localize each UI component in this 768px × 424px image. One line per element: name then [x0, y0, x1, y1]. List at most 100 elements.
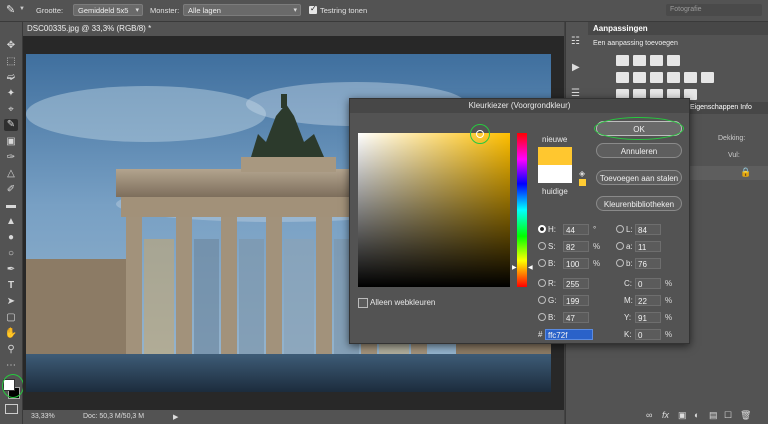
move-tool-icon[interactable]: ✥: [4, 40, 18, 52]
lasso-tool-icon[interactable]: ➫: [4, 72, 18, 84]
opacity-label: Dekking:: [718, 135, 746, 142]
marquee-tool-icon[interactable]: ⬚: [4, 56, 18, 68]
channel-mixer-icon[interactable]: [701, 72, 714, 83]
rectangle-tool-icon[interactable]: ▢: [4, 312, 18, 324]
add-to-swatches-button[interactable]: Toevoegen aan stalen: [596, 170, 682, 185]
blue-input[interactable]: 47: [563, 312, 589, 323]
eraser-tool-icon[interactable]: ▬: [4, 200, 18, 212]
add-mask-icon[interactable]: ▣: [678, 410, 687, 421]
path-selection-tool-icon[interactable]: ➤: [4, 296, 18, 308]
color-libraries-button[interactable]: Kleurenbibliotheken: [596, 196, 682, 211]
black-label: K:: [624, 330, 632, 339]
color-field[interactable]: [358, 133, 510, 287]
cyan-input[interactable]: 0: [635, 278, 661, 289]
adjustments-title[interactable]: Aanpassingen: [593, 24, 648, 33]
curves-icon[interactable]: [650, 55, 663, 66]
eyedropper-tool-icon[interactable]: ✎: [6, 3, 18, 17]
green-radio[interactable]: [538, 296, 546, 304]
red-radio[interactable]: [538, 279, 546, 287]
exposure-icon[interactable]: [667, 55, 680, 66]
gamut-warning-icon[interactable]: ◈: [579, 169, 585, 178]
yellow-label: Y:: [624, 313, 632, 322]
type-tool-icon[interactable]: T: [4, 280, 18, 292]
libraries-icon[interactable]: ☷: [571, 36, 583, 48]
hue-slider-right-arrow[interactable]: ◀: [528, 264, 533, 271]
a-input[interactable]: 11: [635, 241, 661, 252]
brightness-icon[interactable]: [616, 55, 629, 66]
brightness-radio[interactable]: [538, 259, 546, 267]
fx-icon[interactable]: fx: [662, 410, 669, 420]
clone-stamp-tool-icon[interactable]: △: [4, 168, 18, 180]
hue-input[interactable]: 44: [563, 224, 589, 235]
lightness-radio[interactable]: [616, 225, 624, 233]
show-ring-label: Testring tonen: [320, 6, 368, 15]
show-ring-checkbox[interactable]: [309, 4, 317, 14]
highlight-ring: [470, 124, 490, 144]
size-select[interactable]: Gemiddeld 5x5 ▾: [73, 4, 143, 16]
adjustments-subtitle: Een aanpassing toevoegen: [593, 40, 678, 47]
healing-brush-tool-icon[interactable]: ▣: [4, 136, 18, 148]
hue-slider-left-arrow[interactable]: ▶: [512, 264, 517, 271]
link-layers-icon[interactable]: ∞: [646, 410, 652, 420]
photo-filter-icon[interactable]: [684, 72, 697, 83]
vibrance-icon[interactable]: [616, 72, 629, 83]
levels-icon[interactable]: [633, 55, 646, 66]
workspace-select[interactable]: Fotografie: [666, 4, 762, 16]
black-input[interactable]: 0: [635, 329, 661, 340]
zoom-readout[interactable]: 33,33%: [31, 413, 55, 420]
dodge-tool-icon[interactable]: ○: [4, 248, 18, 260]
brush-tool-icon[interactable]: ✑: [4, 152, 18, 164]
blur-tool-icon[interactable]: ●: [4, 232, 18, 244]
blue-radio[interactable]: [538, 313, 546, 321]
new-layer-icon[interactable]: ☐: [724, 410, 732, 421]
yellow-unit: %: [665, 313, 673, 322]
tool-preset-chevron-icon[interactable]: ▼: [19, 6, 25, 12]
lightness-input[interactable]: 84: [635, 224, 661, 235]
adjustment-layer-icon[interactable]: ◐: [694, 410, 699, 420]
saturation-radio[interactable]: [538, 242, 546, 250]
current-color-swatch[interactable]: [538, 165, 572, 183]
green-input[interactable]: 199: [563, 295, 589, 306]
hand-tool-icon[interactable]: ✋: [4, 328, 18, 340]
b-lab-radio[interactable]: [616, 259, 624, 267]
brightness-input[interactable]: 100: [563, 258, 589, 269]
sample-select[interactable]: Alle lagen ▾: [183, 4, 301, 16]
zoom-tool-icon[interactable]: ⚲: [4, 344, 18, 356]
crop-tool-icon[interactable]: ⌖: [4, 104, 18, 116]
magenta-input[interactable]: 22: [635, 295, 661, 306]
play-icon[interactable]: ▶: [572, 62, 580, 73]
saturation-unit: %: [593, 242, 601, 251]
pen-tool-icon[interactable]: ✒: [4, 264, 18, 276]
b-lab-input[interactable]: 76: [635, 258, 661, 269]
status-menu-chevron-icon[interactable]: ▶: [173, 413, 178, 421]
web-colors-checkbox[interactable]: [358, 298, 368, 308]
layer-row[interactable]: 🔒: [688, 166, 768, 180]
green-label: G:: [548, 296, 557, 305]
black-unit: %: [665, 330, 673, 339]
group-icon[interactable]: ▤: [709, 410, 718, 421]
quick-select-tool-icon[interactable]: ✦: [4, 88, 18, 100]
hue-saturation-icon[interactable]: [633, 72, 646, 83]
properties-info-tabs[interactable]: Eigenschappen Info: [690, 104, 752, 111]
highlight-ring: [2, 374, 24, 398]
web-safe-swatch[interactable]: [579, 179, 586, 186]
brightness-label: B:: [548, 259, 556, 268]
more-tools-icon[interactable]: ⋯: [4, 360, 18, 372]
chevron-down-icon: ▾: [135, 7, 139, 14]
cancel-button[interactable]: Annuleren: [596, 143, 682, 158]
eyedropper-tool-icon[interactable]: ✎: [4, 119, 18, 131]
paint-bucket-tool-icon[interactable]: ▲: [4, 216, 18, 228]
history-brush-tool-icon[interactable]: ✐: [4, 184, 18, 196]
document-tab[interactable]: DSC00335.jpg @ 33,3% (RGB/8) *: [23, 22, 564, 36]
hex-input[interactable]: ffc72f: [545, 329, 593, 340]
black-white-icon[interactable]: [667, 72, 680, 83]
hue-radio[interactable]: [538, 225, 546, 233]
quick-mask-icon[interactable]: [5, 404, 18, 414]
red-input[interactable]: 255: [563, 278, 589, 289]
color-balance-icon[interactable]: [650, 72, 663, 83]
saturation-input[interactable]: 82: [563, 241, 589, 252]
yellow-input[interactable]: 91: [635, 312, 661, 323]
hue-slider[interactable]: [517, 133, 527, 287]
delete-layer-icon[interactable]: 🗑: [740, 410, 751, 421]
a-radio[interactable]: [616, 242, 624, 250]
